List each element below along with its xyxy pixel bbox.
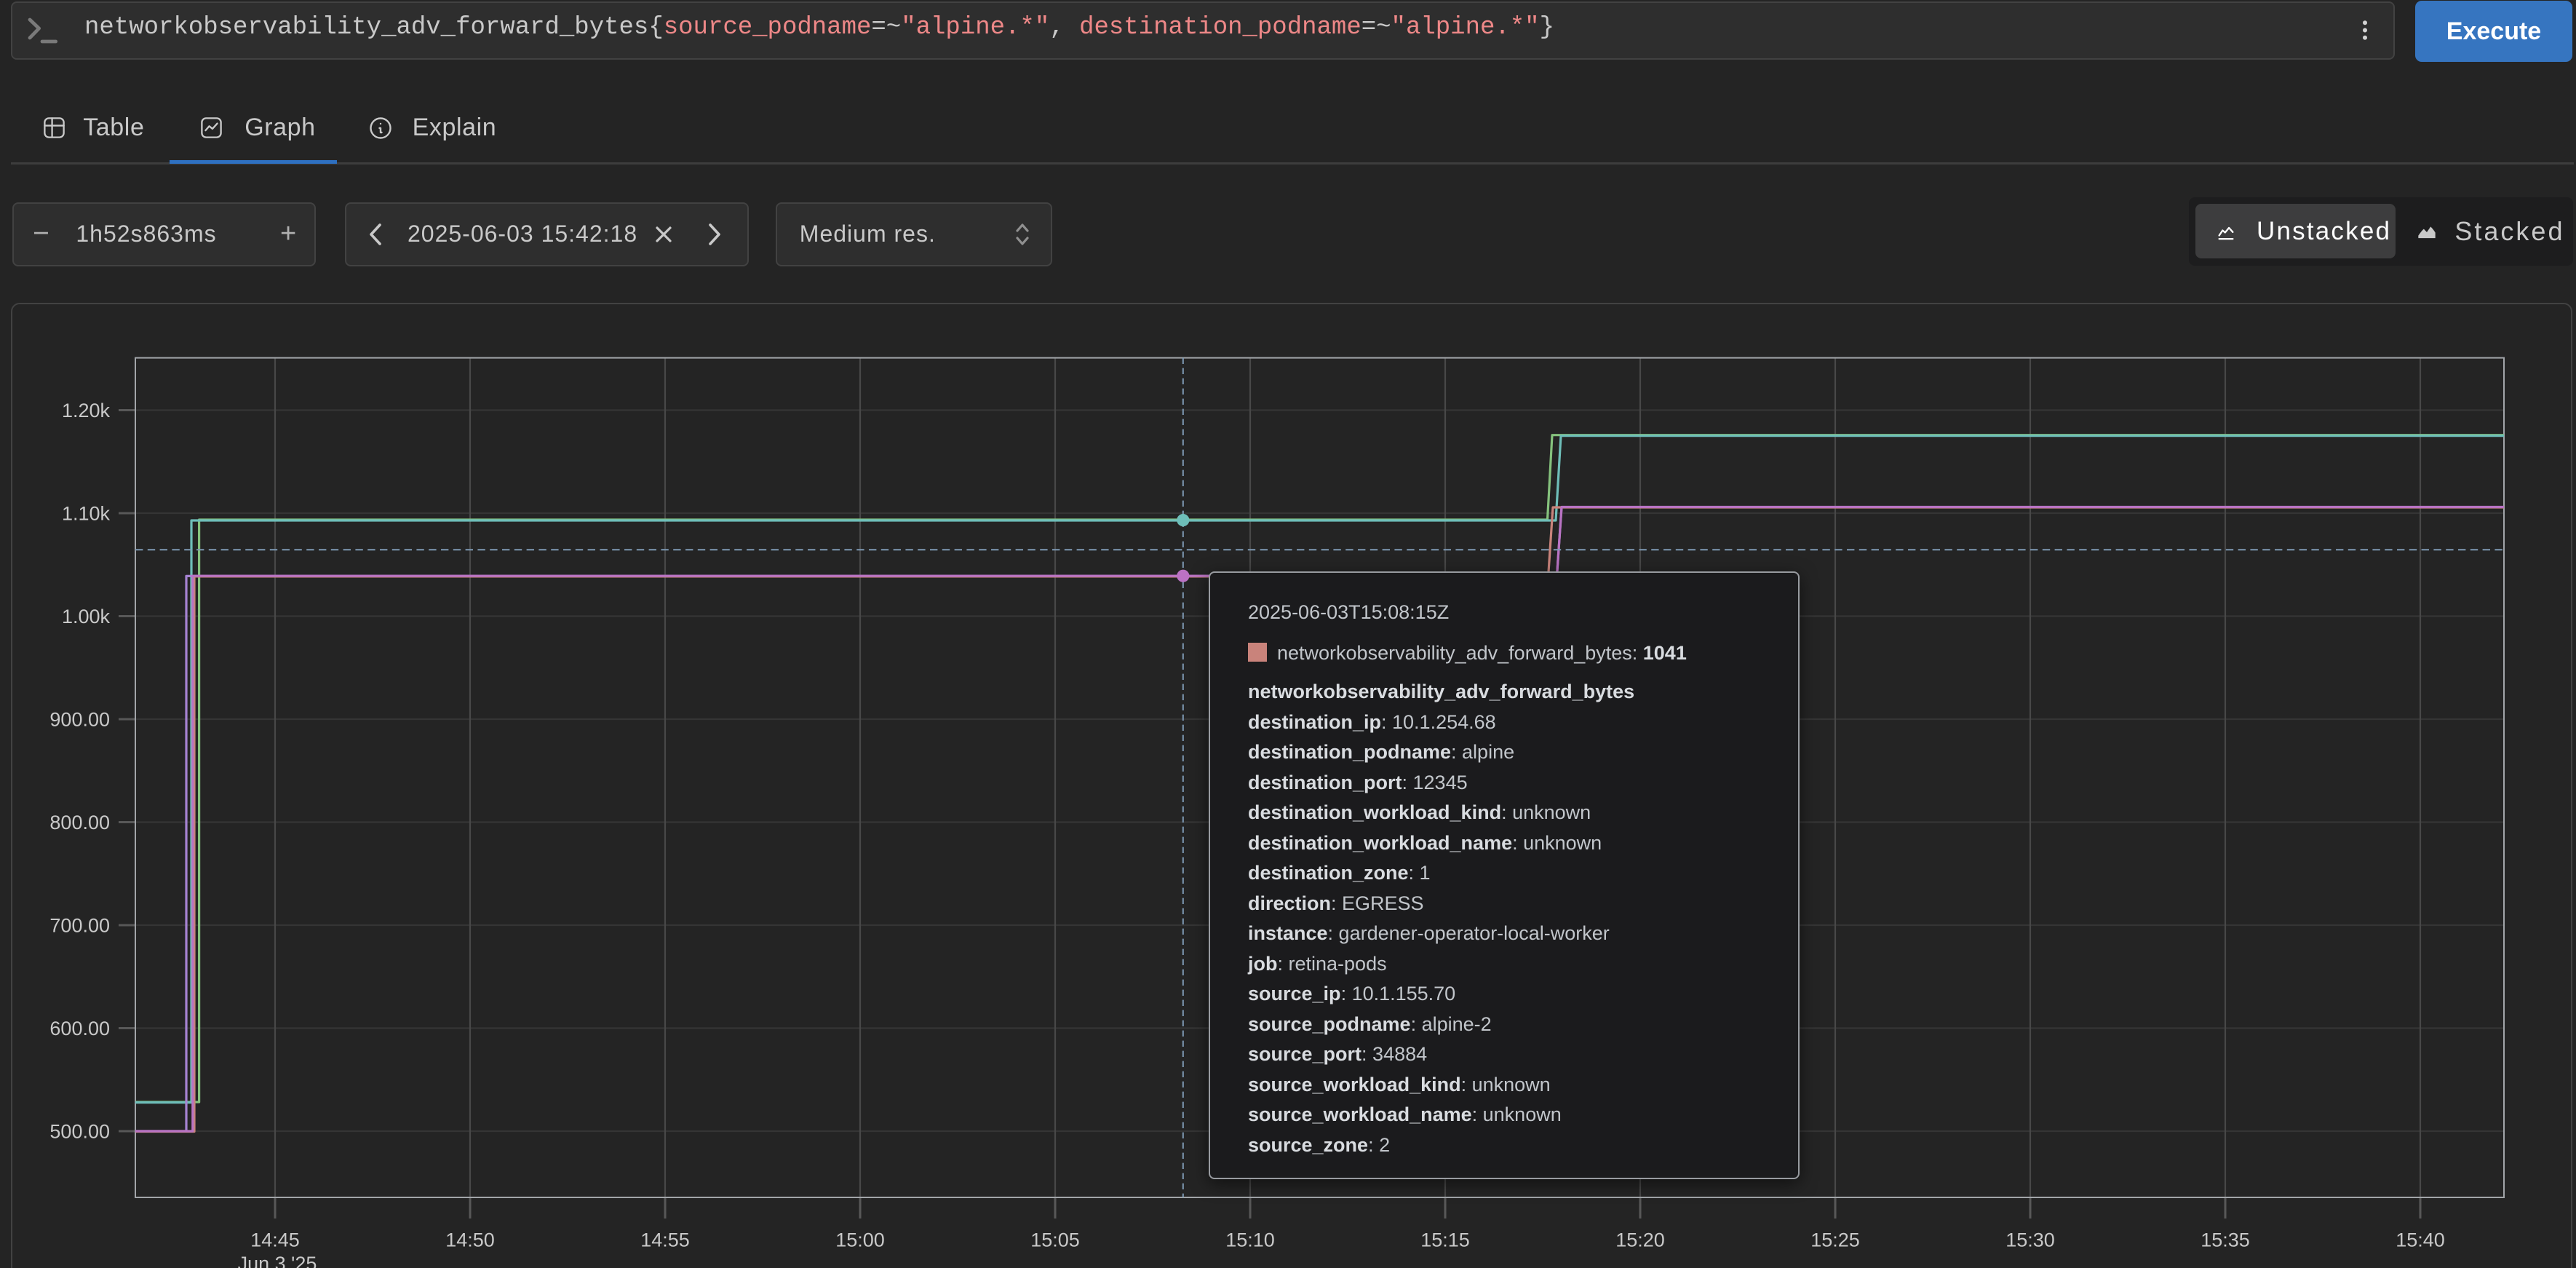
svg-text:15:15: 15:15: [1420, 1229, 1470, 1251]
svg-text:1.00k: 1.00k: [62, 606, 111, 627]
svg-text:500.00: 500.00: [49, 1121, 110, 1143]
svg-text:15:25: 15:25: [1810, 1229, 1860, 1251]
svg-text:1.10k: 1.10k: [62, 503, 111, 525]
svg-text:Jun 3 '25: Jun 3 '25: [238, 1253, 317, 1268]
svg-text:15:20: 15:20: [1615, 1229, 1665, 1251]
svg-text:900.00: 900.00: [49, 709, 110, 731]
svg-text:1.20k: 1.20k: [62, 400, 111, 421]
svg-text:15:00: 15:00: [835, 1229, 885, 1251]
svg-text:800.00: 800.00: [49, 812, 110, 833]
svg-text:14:50: 14:50: [445, 1229, 495, 1251]
svg-text:15:35: 15:35: [2201, 1229, 2250, 1251]
svg-text:15:05: 15:05: [1030, 1229, 1080, 1251]
svg-text:15:30: 15:30: [2005, 1229, 2055, 1251]
svg-text:600.00: 600.00: [49, 1018, 110, 1039]
svg-text:15:10: 15:10: [1225, 1229, 1275, 1251]
svg-text:14:55: 14:55: [640, 1229, 690, 1251]
svg-text:15:40: 15:40: [2396, 1229, 2445, 1251]
svg-text:14:45: 14:45: [250, 1229, 300, 1251]
svg-text:700.00: 700.00: [49, 915, 110, 937]
